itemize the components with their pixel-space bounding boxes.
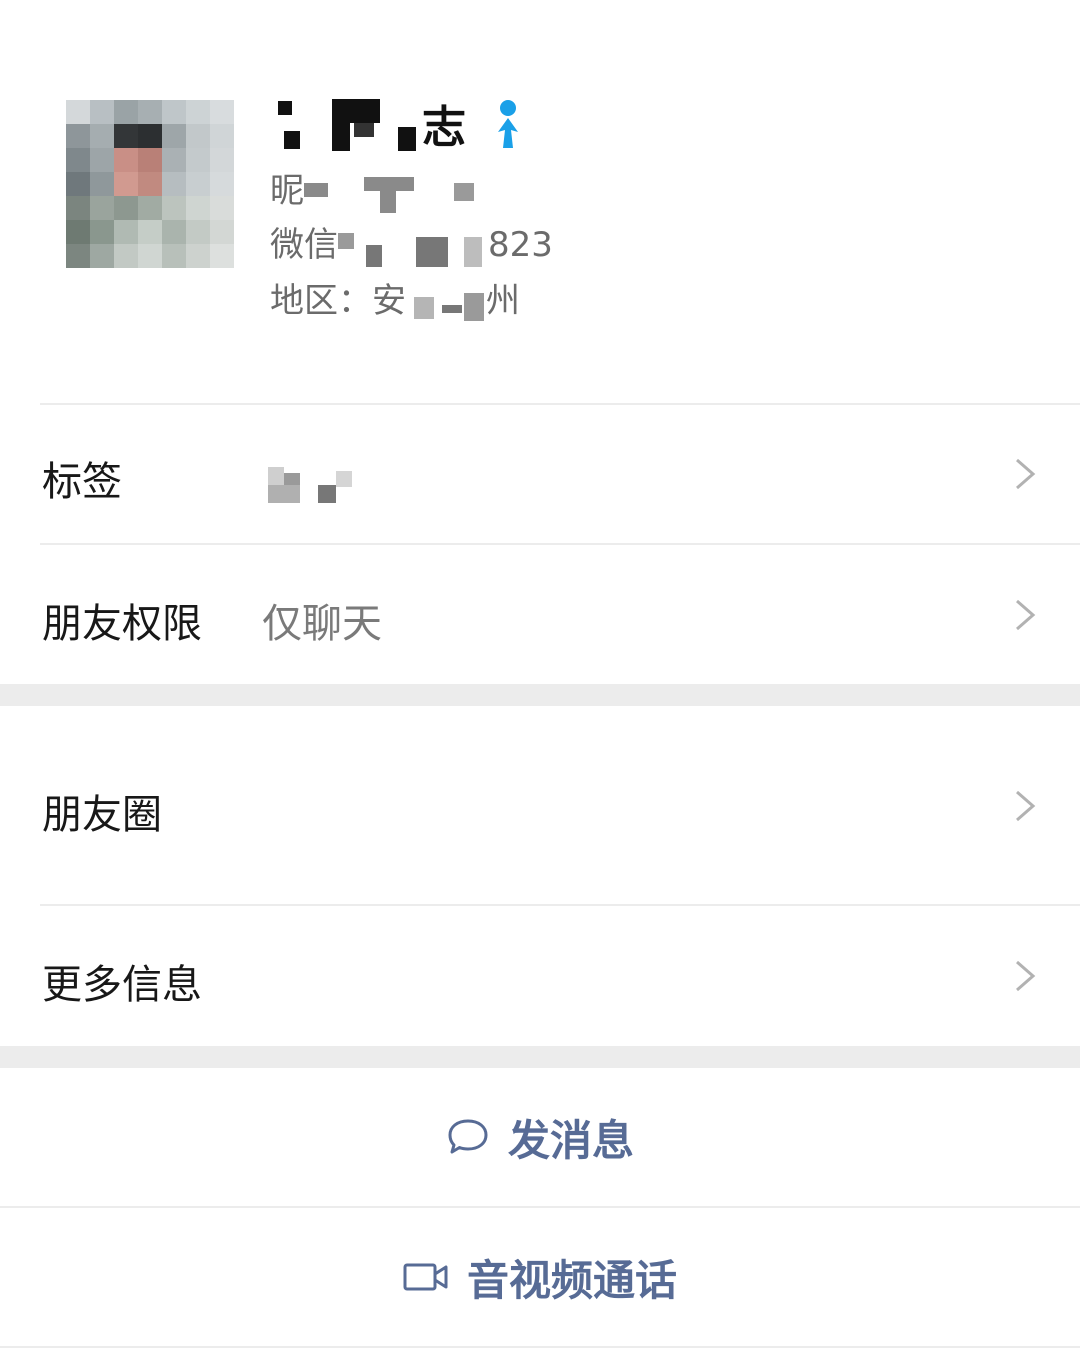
name-mosaic: [270, 91, 418, 155]
region-end: 州: [486, 281, 520, 321]
profile-header: 志 昵 微信 823 地区： 安 州: [0, 0, 1080, 404]
contact-name: 志: [422, 102, 466, 153]
tags-row[interactable]: 标签: [0, 405, 1080, 543]
region-label: 地区：: [270, 281, 372, 321]
friend-permissions-label: 朋友权限: [42, 601, 202, 647]
region-mosaic: [406, 279, 486, 323]
nickname-label: 昵: [270, 171, 304, 211]
friend-permissions-row[interactable]: 朋友权限 仅聊天: [0, 545, 1080, 684]
tags-value-mosaic: [268, 467, 352, 503]
wechat-id-label: 微信: [270, 225, 338, 265]
chevron-right-icon: [1016, 790, 1036, 822]
avatar[interactable]: [66, 100, 234, 268]
moments-row[interactable]: 朋友圈: [0, 706, 1080, 904]
region-line: 地区： 安 州: [270, 276, 520, 326]
chevron-right-icon: [1016, 458, 1036, 490]
audio-video-call-label: 音视频通话: [466, 1255, 677, 1305]
section-gap: [0, 1046, 1080, 1068]
chevron-right-icon: [1016, 599, 1036, 631]
friend-permissions-value: 仅聊天: [262, 601, 382, 647]
audio-video-call-button[interactable]: 音视频通话: [0, 1208, 1080, 1346]
contact-name-row: 志: [270, 88, 528, 158]
send-message-label: 发消息: [507, 1115, 634, 1165]
nickname-line: 昵: [270, 166, 474, 216]
send-message-button[interactable]: 发消息: [0, 1068, 1080, 1206]
wechat-id-mosaic: [338, 223, 488, 267]
nickname-mosaic: [304, 169, 474, 213]
divider: [0, 1346, 1080, 1348]
chat-bubble-icon: [448, 1119, 488, 1154]
wechat-id-line: 微信 823: [270, 220, 553, 270]
tags-label: 标签: [42, 459, 122, 505]
region-start: 安: [372, 281, 406, 321]
section-gap: [0, 684, 1080, 706]
male-icon: [488, 96, 528, 150]
chevron-right-icon: [1016, 960, 1036, 992]
more-info-label: 更多信息: [42, 962, 202, 1008]
moments-label: 朋友圈: [42, 792, 162, 838]
more-info-row[interactable]: 更多信息: [0, 906, 1080, 1046]
video-camera-icon: [403, 1263, 448, 1291]
wechat-id-suffix: 823: [488, 225, 553, 265]
